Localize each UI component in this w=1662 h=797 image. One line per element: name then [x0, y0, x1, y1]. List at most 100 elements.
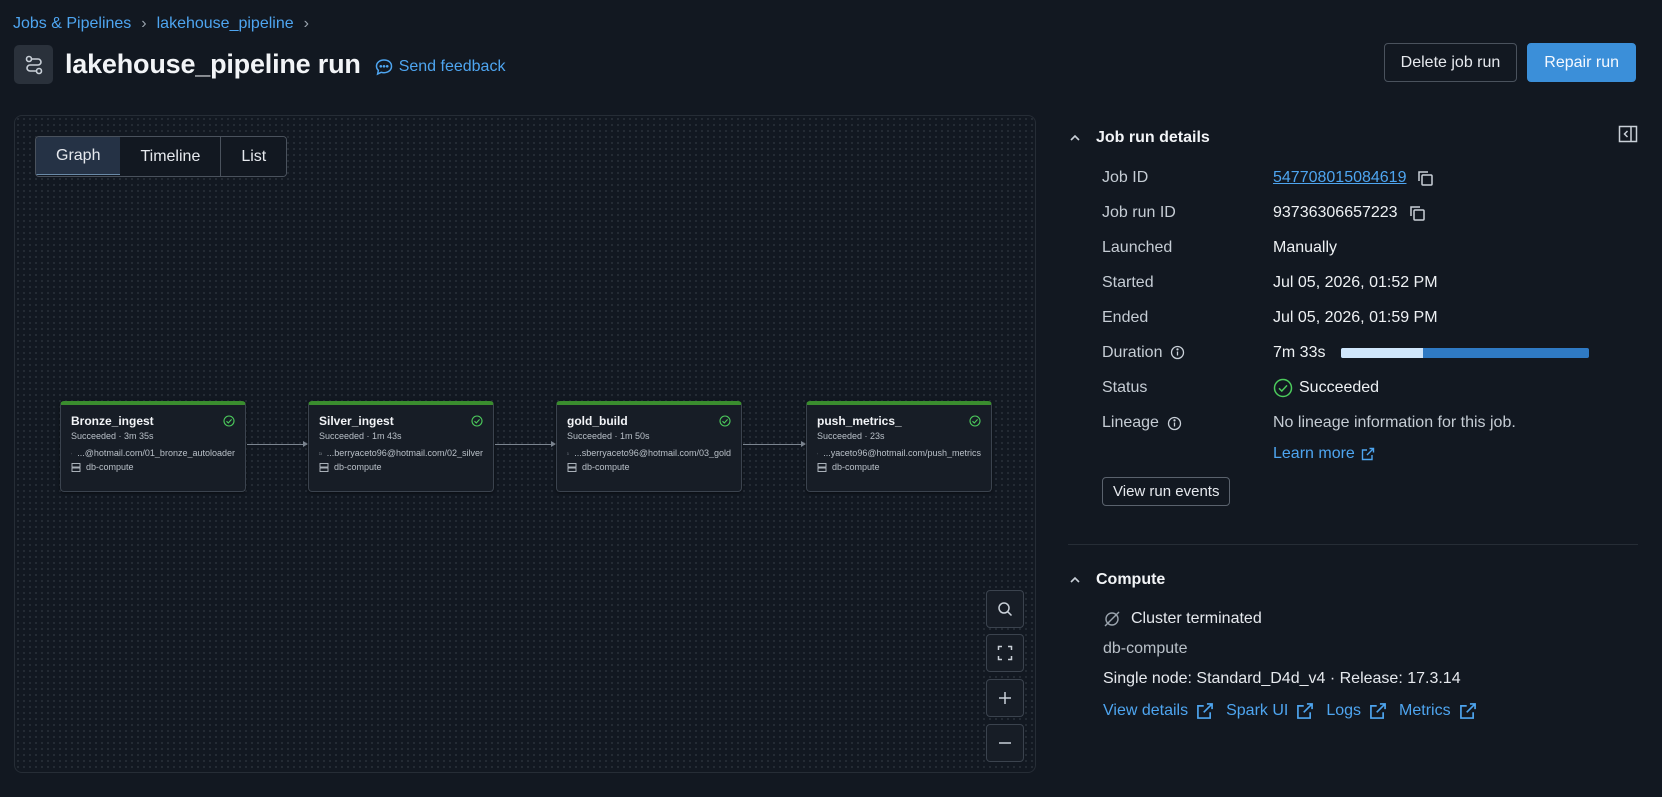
task-node-gold-build[interactable]: gold_build Succeeded · 1m 50s ...sberrya… [556, 401, 742, 492]
task-status: Succeeded · 1m 43s [319, 431, 402, 441]
compute-icon [817, 462, 827, 472]
search-icon [998, 602, 1013, 617]
info-icon[interactable] [1167, 416, 1182, 431]
zoom-out-button[interactable] [986, 724, 1024, 762]
section-title: Job run details [1096, 128, 1210, 146]
task-node-bronze-ingest[interactable]: Bronze_ingest Succeeded · 3m 35s ...@hot… [60, 401, 246, 492]
task-status: Succeeded · 1m 50s [567, 431, 650, 441]
info-icon[interactable] [1170, 345, 1185, 360]
launched-label: Launched [1102, 238, 1173, 256]
minus-icon [999, 742, 1011, 744]
metrics-link[interactable]: Metrics [1399, 702, 1477, 720]
send-feedback-link[interactable]: Send feedback [375, 57, 506, 76]
learn-more-link[interactable]: Learn more [1273, 445, 1375, 463]
success-check-icon [223, 415, 235, 427]
spark-ui-link[interactable]: Spark UI [1226, 702, 1314, 720]
compute-icon [71, 462, 81, 472]
success-check-icon [1273, 378, 1293, 397]
dependency-arrow [743, 441, 806, 447]
logs-link[interactable]: Logs [1326, 702, 1387, 720]
panel-collapse-icon [1618, 125, 1638, 143]
job-id-row: Job ID 547708015084619 [1102, 160, 1638, 195]
header-actions: Delete job run Repair run [1383, 43, 1636, 82]
success-check-icon [969, 415, 981, 427]
fit-view-button[interactable] [986, 634, 1024, 672]
job-id-link[interactable]: 547708015084619 [1273, 169, 1406, 187]
tab-timeline[interactable]: Timeline [120, 137, 222, 176]
repair-run-button[interactable]: Repair run [1527, 43, 1636, 82]
view-details-link[interactable]: View details [1103, 702, 1214, 720]
task-node-silver-ingest[interactable]: Silver_ingest Succeeded · 1m 43s ...berr… [308, 401, 494, 492]
tab-list[interactable]: List [221, 137, 287, 176]
breadcrumb-lakehouse-pipeline[interactable]: lakehouse_pipeline [157, 15, 294, 33]
delete-job-run-button[interactable]: Delete job run [1383, 43, 1518, 82]
cluster-state: Cluster terminated [1131, 610, 1262, 627]
breadcrumb-separator: › [303, 15, 309, 32]
folder-icon [71, 452, 73, 454]
task-compute: db-compute [582, 462, 630, 472]
collapse-panel-button[interactable] [1618, 125, 1638, 147]
task-status: Succeeded · 23s [817, 431, 885, 441]
compute-icon [567, 462, 577, 472]
success-check-icon [719, 415, 731, 427]
send-feedback-label: Send feedback [398, 57, 506, 75]
chevron-up-icon [1070, 134, 1080, 141]
spark-ui-label: Spark UI [1226, 702, 1289, 719]
folder-icon [817, 452, 819, 454]
task-name: push_metrics_ [817, 414, 902, 428]
compute-name: db-compute [1103, 640, 1188, 657]
task-notebook-path: ...yaceto96@hotmail.com/push_metrics [823, 448, 981, 458]
search-graph-button[interactable] [986, 590, 1024, 628]
task-notebook-path: ...berryaceto96@hotmail.com/02_silver [326, 448, 483, 458]
view-details-label: View details [1103, 702, 1189, 719]
learn-more-label: Learn more [1273, 445, 1355, 462]
external-link-icon [1361, 447, 1375, 461]
breadcrumb: Jobs & Pipelines › lakehouse_pipeline › [13, 15, 309, 33]
ended-label: Ended [1102, 308, 1149, 326]
started-row: Started Jul 05, 2026, 01:52 PM [1102, 265, 1638, 300]
section-title: Compute [1096, 571, 1166, 588]
job-id-label: Job ID [1102, 168, 1149, 186]
graph-canvas[interactable]: Graph Timeline List Bronze_ingest Succee… [14, 115, 1036, 773]
duration-bar [1341, 347, 1590, 358]
started-label: Started [1102, 273, 1154, 291]
view-run-events-button[interactable]: View run events [1102, 477, 1231, 506]
copy-icon[interactable] [1408, 204, 1426, 222]
ended-value: Jul 05, 2026, 01:59 PM [1273, 308, 1438, 326]
dependency-arrow [247, 441, 308, 447]
breadcrumb-jobs-pipelines[interactable]: Jobs & Pipelines [13, 15, 131, 33]
job-run-details-header[interactable]: Job run details [1068, 115, 1638, 160]
duration-row: Duration 7m 33s [1102, 335, 1638, 370]
metrics-label: Metrics [1399, 702, 1451, 719]
lineage-value: No lineage information for this job. [1273, 414, 1516, 431]
dependency-arrow [495, 441, 556, 447]
compute-icon [319, 462, 329, 472]
external-link-icon [1459, 703, 1476, 719]
page-title: lakehouse_pipeline run [65, 49, 361, 79]
compute-header[interactable]: Compute [1068, 560, 1638, 600]
launched-value: Manually [1273, 238, 1338, 256]
task-status: Succeeded · 3m 35s [71, 431, 154, 441]
zoom-in-button[interactable] [986, 679, 1024, 717]
external-link-icon [1197, 703, 1214, 719]
tab-graph[interactable]: Graph [36, 137, 122, 175]
job-run-details-panel: Job run details Job ID 547708015084619 J… [1068, 115, 1638, 726]
status-row: Status Succeeded [1102, 370, 1638, 405]
job-run-id-row: Job run ID 93736306657223 [1102, 195, 1638, 230]
task-compute: db-compute [334, 462, 382, 472]
task-name: gold_build [567, 414, 628, 428]
task-notebook-path: ...@hotmail.com/01_bronze_autoloader [77, 448, 235, 458]
copy-icon[interactable] [1416, 169, 1434, 187]
task-node-push-metrics[interactable]: push_metrics_ Succeeded · 23s ...yaceto9… [806, 401, 992, 492]
compute-spec: Single node: Standard_D4d_v4 · Release: … [1103, 670, 1461, 687]
duration-bar-fill [1341, 347, 1424, 358]
task-notebook-path: ...sberryaceto96@hotmail.com/03_gold [574, 448, 731, 458]
view-switcher: Graph Timeline List [35, 136, 288, 177]
breadcrumb-separator: › [141, 15, 147, 32]
ended-row: Ended Jul 05, 2026, 01:59 PM [1102, 300, 1638, 335]
status-value: Succeeded [1299, 378, 1380, 396]
duration-value: 7m 33s [1273, 343, 1326, 361]
chevron-up-icon [1070, 576, 1080, 583]
duration-label: Duration [1102, 343, 1163, 361]
launched-row: Launched Manually [1102, 230, 1638, 265]
